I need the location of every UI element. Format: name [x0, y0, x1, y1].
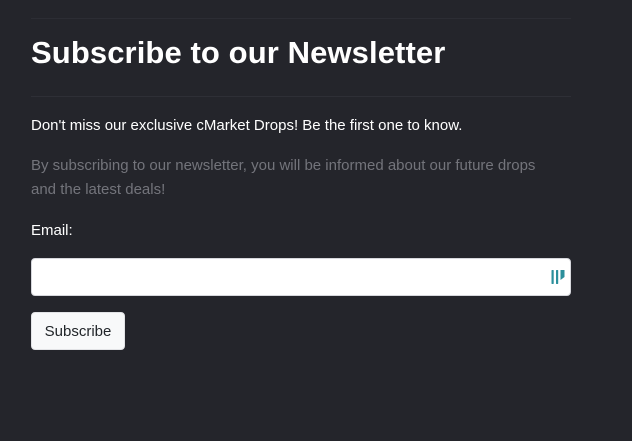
password-manager-autofill-icon[interactable] [551, 269, 565, 285]
email-label: Email: [31, 222, 73, 239]
title-divider [31, 96, 571, 97]
email-field-wrapper [31, 258, 571, 296]
page-title: Subscribe to our Newsletter [31, 35, 446, 70]
newsletter-lead-text: Don't miss our exclusive cMarket Drops! … [31, 117, 463, 134]
email-input[interactable] [31, 258, 571, 296]
subscribe-button[interactable]: Subscribe [31, 312, 125, 350]
top-divider [31, 18, 571, 19]
newsletter-description: By subscribing to our newsletter, you wi… [31, 157, 536, 198]
